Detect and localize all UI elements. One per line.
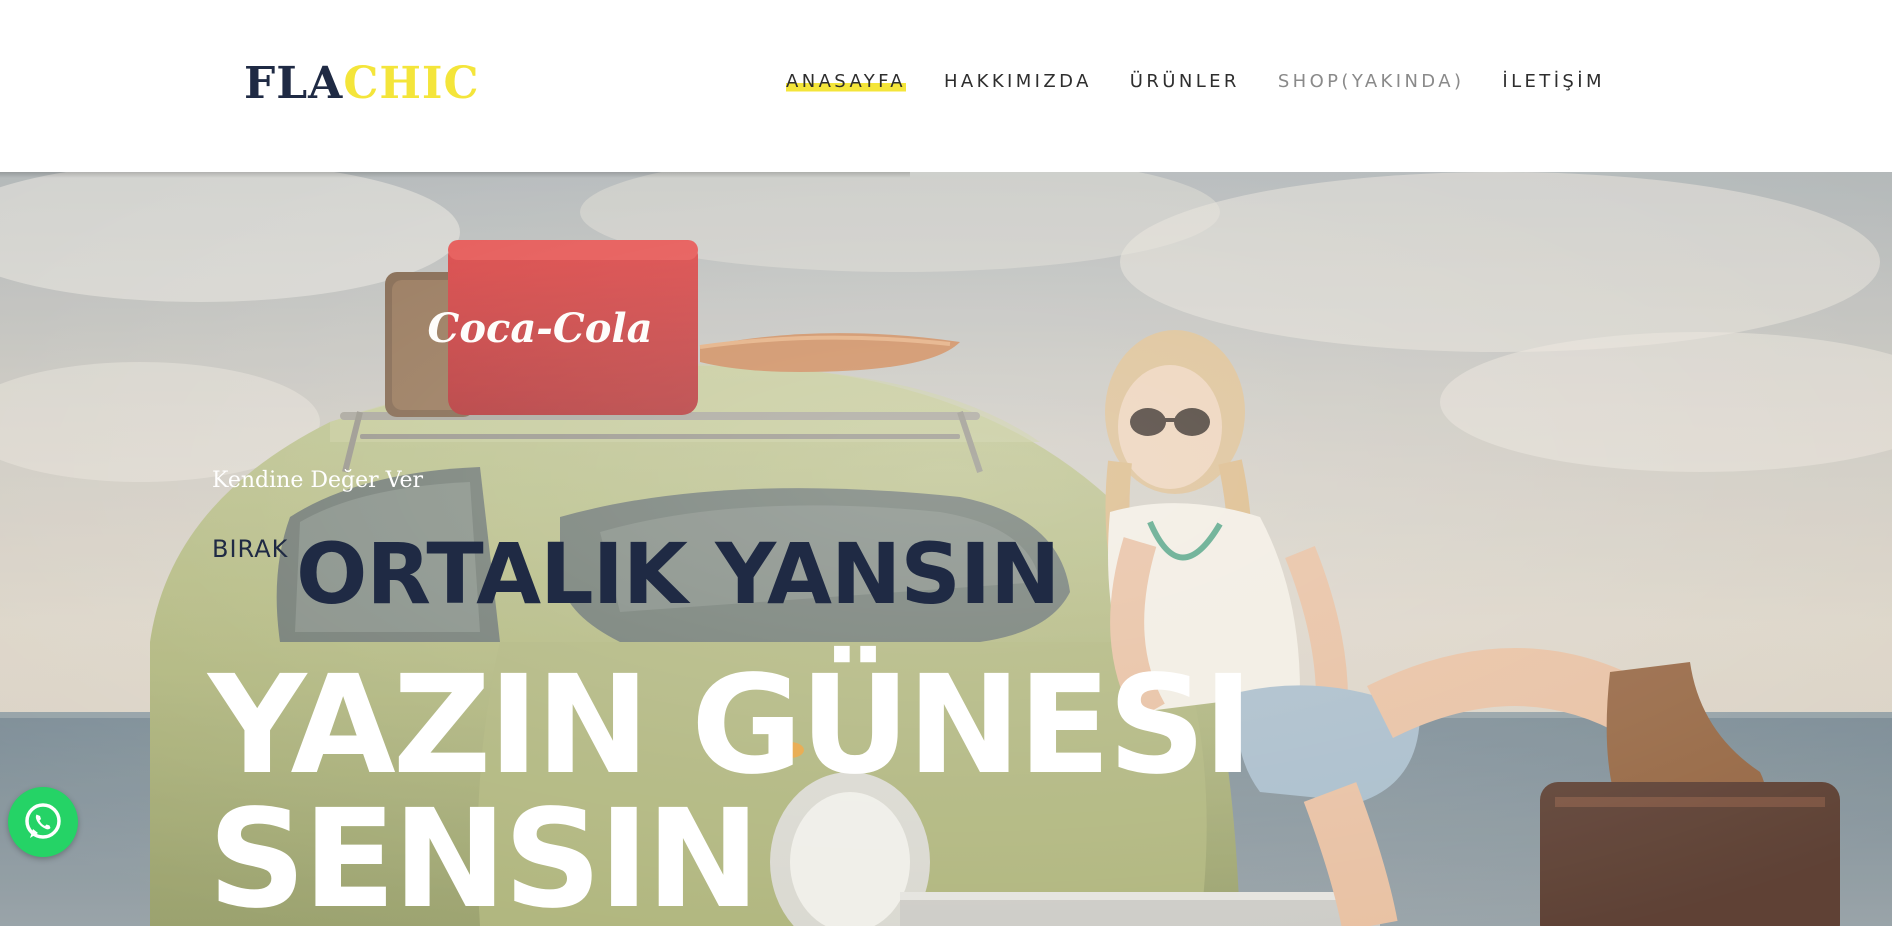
nav-item-iletisim[interactable]: İLETİŞİM [1502, 70, 1604, 94]
main-nav: ANASAYFA HAKKIMIZDA ÜRÜNLER SHOP(YAKINDA… [786, 70, 1605, 94]
nav-item-urunler[interactable]: ÜRÜNLER [1130, 70, 1240, 94]
page: FLACHIC ANASAYFA HAKKIMIZDA ÜRÜNLER SHOP… [0, 0, 1892, 926]
logo[interactable]: FLACHIC [244, 58, 480, 110]
header-shadow [0, 172, 910, 178]
whatsapp-icon [25, 803, 61, 839]
hero-tagline: Kendine Değer Ver [212, 468, 424, 493]
nav-item-hakkimizda[interactable]: HAKKIMIZDA [944, 70, 1092, 94]
nav-item-anasayfa[interactable]: ANASAYFA [786, 70, 906, 94]
logo-text-chic: CHIC [343, 58, 480, 109]
logo-text-fla: FLA [244, 58, 344, 109]
hero-headline-line1: YAZIN GÜNESI [208, 647, 1253, 805]
site-header: FLACHIC ANASAYFA HAKKIMIZDA ÜRÜNLER SHOP… [0, 0, 1892, 172]
whatsapp-button[interactable] [8, 787, 78, 857]
hero-section: Coca-Cola [0, 172, 1892, 926]
hero-headline-line2: SENSIN [208, 781, 760, 926]
nav-item-shop[interactable]: SHOP(YAKINDA) [1278, 70, 1465, 94]
hero-prefix: BIRAK [212, 535, 289, 563]
hero-headline-dark: ORTALIK YANSIN [296, 525, 1060, 623]
